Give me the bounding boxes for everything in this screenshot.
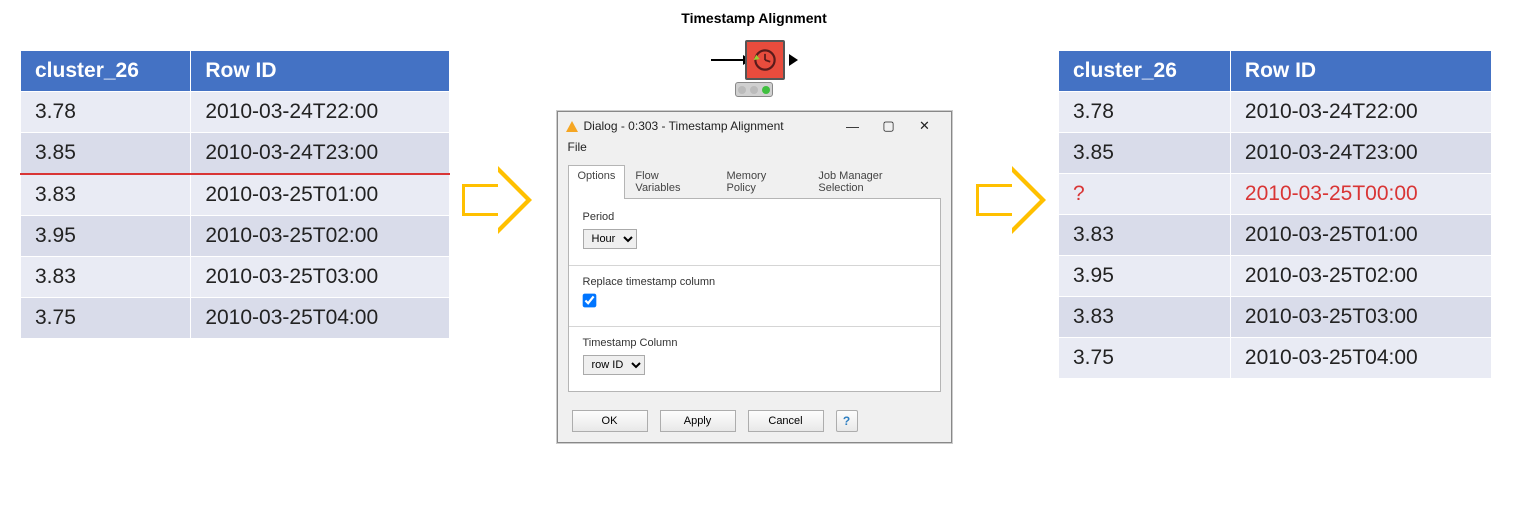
cell-cluster: 3.83 [1059,215,1231,256]
cell-rowid: 2010-03-25T04:00 [191,298,450,339]
cell-cluster: 3.78 [21,92,191,133]
apply-button[interactable]: Apply [660,410,736,432]
period-select[interactable]: Hour [583,229,637,249]
table-row: 3.832010-03-25T01:00 [1059,215,1492,256]
cell-cluster: 3.83 [1059,297,1231,338]
timestamp-alignment-node-icon[interactable] [745,40,785,80]
replace-label: Replace timestamp column [583,276,926,288]
minimize-button[interactable]: — [835,119,871,134]
cell-cluster: 3.83 [21,257,191,298]
table-row: 3.832010-03-25T03:00 [21,257,450,298]
cell-rowid: 2010-03-25T03:00 [191,257,450,298]
node-graphic [711,40,798,97]
col-header-cluster: cluster_26 [1059,51,1231,92]
input-table: cluster_26 Row ID 3.782010-03-24T22:003.… [20,50,450,339]
col-header-rowid: Row ID [191,51,450,92]
cell-cluster: ? [1059,174,1231,215]
cell-cluster: 3.85 [21,133,191,175]
close-button[interactable]: ✕ [907,118,943,134]
cancel-button[interactable]: Cancel [748,410,824,432]
warning-icon [566,121,578,132]
cell-rowid: 2010-03-25T02:00 [191,216,450,257]
cell-rowid: 2010-03-25T03:00 [1230,297,1491,338]
table-row: 3.782010-03-24T22:00 [21,92,450,133]
help-button[interactable]: ? [836,410,858,432]
tscol-label: Timestamp Column [583,337,926,349]
cell-cluster: 3.75 [21,298,191,339]
table-row: 3.952010-03-25T02:00 [21,216,450,257]
tab-memory-policy[interactable]: Memory Policy [717,165,809,199]
timestamp-column-select[interactable]: row ID [583,355,645,375]
table-row: 3.852010-03-24T23:00 [1059,133,1492,174]
table-row: 3.752010-03-25T04:00 [21,298,450,339]
dialog-title: Dialog - 0:303 - Timestamp Alignment [584,119,835,133]
replace-checkbox[interactable] [582,294,596,308]
period-label: Period [583,211,926,223]
col-header-rowid: Row ID [1230,51,1491,92]
maximize-button[interactable]: ▢ [871,118,907,134]
node-output-port [789,54,798,66]
cell-rowid: 2010-03-24T23:00 [191,133,450,175]
cell-cluster: 3.95 [21,216,191,257]
table-row: 3.782010-03-24T22:00 [1059,92,1492,133]
cell-cluster: 3.78 [1059,92,1231,133]
cell-rowid: 2010-03-25T04:00 [1230,338,1491,379]
tab-options[interactable]: Options [568,165,626,199]
cell-rowid: 2010-03-25T01:00 [191,174,450,216]
node-status-traffic-light [735,82,773,97]
cell-rowid: 2010-03-25T00:00 [1230,174,1491,215]
tab-flow-variables[interactable]: Flow Variables [625,165,716,199]
cell-rowid: 2010-03-24T22:00 [1230,92,1491,133]
config-dialog: Dialog - 0:303 - Timestamp Alignment — ▢… [557,111,952,443]
flow-arrow-left [462,10,532,390]
cell-cluster: 3.83 [21,174,191,216]
output-table: cluster_26 Row ID 3.782010-03-24T22:003.… [1058,50,1492,379]
col-header-cluster: cluster_26 [21,51,191,92]
cell-rowid: 2010-03-24T23:00 [1230,133,1491,174]
cell-rowid: 2010-03-25T01:00 [1230,215,1491,256]
clock-back-icon [751,46,779,74]
node-input-port [711,59,743,61]
table-row: 3.852010-03-24T23:00 [21,133,450,175]
file-menu[interactable]: File [568,140,587,154]
table-row: 3.832010-03-25T01:00 [21,174,450,216]
tab-job-manager[interactable]: Job Manager Selection [808,165,940,199]
table-row: 3.752010-03-25T04:00 [1059,338,1492,379]
flow-arrow-right [976,10,1046,390]
cell-cluster: 3.85 [1059,133,1231,174]
table-row: ?2010-03-25T00:00 [1059,174,1492,215]
cell-cluster: 3.75 [1059,338,1231,379]
cell-rowid: 2010-03-24T22:00 [191,92,450,133]
table-row: 3.952010-03-25T02:00 [1059,256,1492,297]
table-row: 3.832010-03-25T03:00 [1059,297,1492,338]
cell-rowid: 2010-03-25T02:00 [1230,256,1491,297]
node-title: Timestamp Alignment [681,10,826,26]
cell-cluster: 3.95 [1059,256,1231,297]
ok-button[interactable]: OK [572,410,648,432]
